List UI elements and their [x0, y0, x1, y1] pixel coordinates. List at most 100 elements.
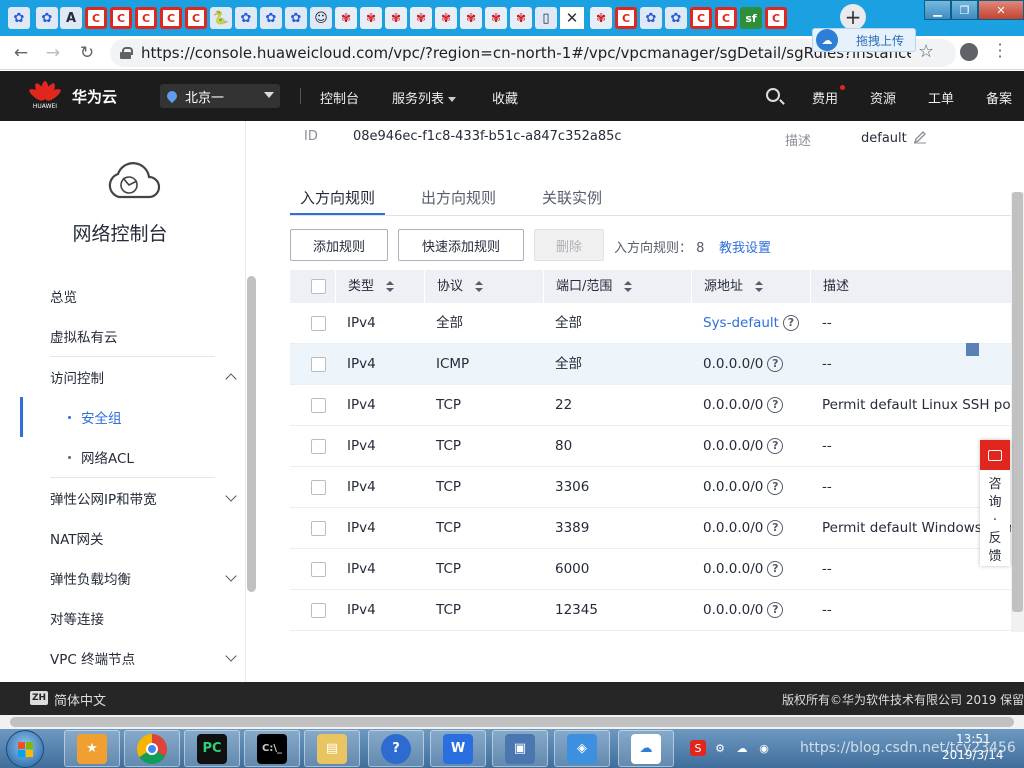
browser-tab-baidu-icon[interactable]: ✿ [36, 7, 58, 29]
tray-icon[interactable]: ⚙ [712, 740, 728, 756]
nav-services[interactable]: 服务列表 [392, 88, 457, 107]
tab-associated-instances[interactable]: 关联实例 [532, 181, 612, 215]
nav-console[interactable]: 控制台 [320, 88, 359, 107]
browser-tab-sf-icon[interactable]: sf [740, 7, 762, 29]
select-all-checkbox[interactable] [311, 279, 326, 294]
column-header-source[interactable]: 源地址 [691, 270, 811, 303]
browser-tab-red-icon[interactable]: C [690, 7, 712, 29]
browser-tab-red-icon[interactable]: C [715, 7, 737, 29]
clock-time[interactable]: 13:51 [956, 732, 991, 746]
browser-tab-huawei-icon[interactable]: ✾ [335, 7, 357, 29]
browser-tab-red-icon[interactable]: C [160, 7, 182, 29]
back-arrow-icon[interactable]: ← [10, 42, 32, 64]
table-row[interactable]: IPv4 TCP 12345 0.0.0.0/0? -- [290, 590, 1024, 631]
clock-date[interactable]: 2019/3/14 [942, 748, 1004, 762]
browser-tab-python-icon[interactable]: 🐍 [210, 7, 232, 29]
row-checkbox[interactable] [311, 398, 326, 413]
nav-favorites[interactable]: 收藏 [492, 88, 518, 107]
sidebar-item-network-acl[interactable]: 网络ACL [20, 437, 245, 477]
nav-resources[interactable]: 资源 [870, 88, 896, 107]
table-row[interactable]: IPv4 TCP 3389 0.0.0.0/0? Permit default Wind… [290, 508, 1024, 549]
browser-tab-huawei-icon[interactable]: ✾ [590, 7, 612, 29]
table-row[interactable]: IPv4 TCP 22 0.0.0.0/0? Permit default Linux … [290, 385, 1024, 426]
browser-tab-misc-icon[interactable]: A [60, 7, 82, 29]
brand-name[interactable]: 华为云 [72, 86, 117, 107]
huawei-logo[interactable]: HUAWEI [27, 81, 63, 111]
browser-tab-red-icon[interactable]: C [85, 7, 107, 29]
drag-upload-popup[interactable]: ☁ 拖拽上传 [812, 28, 916, 52]
browser-tab-huawei-icon[interactable]: ✾ [410, 7, 432, 29]
maximize-icon[interactable]: ❐ [951, 0, 978, 20]
sidebar-item-security-group[interactable]: 安全组 [20, 397, 245, 437]
language-selector[interactable]: 简体中文 [54, 690, 106, 709]
forward-arrow-icon[interactable]: → [42, 42, 64, 64]
add-rule-button[interactable]: 添加规则 [290, 229, 388, 261]
browser-tab-baidu-icon[interactable]: ✿ [260, 7, 282, 29]
sogou-icon[interactable]: S [690, 740, 706, 756]
row-checkbox[interactable] [311, 480, 326, 495]
taskbar-pycharm[interactable]: PC [184, 730, 240, 767]
row-checkbox[interactable] [311, 439, 326, 454]
cloud-tray-icon[interactable]: ☁ [734, 740, 750, 756]
edit-pencil-icon[interactable] [913, 130, 927, 144]
help-icon[interactable]: ? [767, 356, 784, 372]
sidebar-scrollbar[interactable] [247, 276, 256, 592]
bookmark-star-icon[interactable]: ☆ [918, 41, 934, 62]
browser-tab-huawei-icon[interactable]: ✾ [510, 7, 532, 29]
taskbar-network[interactable]: ▣ [492, 730, 548, 767]
window-close-icon[interactable]: ✕ [978, 0, 1024, 20]
table-row[interactable]: IPv4 全部 全部 Sys-default? -- [290, 303, 1024, 344]
table-row[interactable]: IPv4 TCP 3306 0.0.0.0/0? -- [290, 467, 1024, 508]
taskbar-explorer[interactable]: ▤ [304, 730, 360, 767]
sidebar-item-access-control[interactable]: 访问控制 [20, 357, 245, 397]
help-icon[interactable]: ? [767, 479, 784, 495]
help-icon[interactable]: ? [767, 561, 784, 577]
sidebar-item-eip[interactable]: 弹性公网IP和带宽 [20, 478, 245, 518]
nav-filing[interactable]: 备案 [986, 88, 1012, 107]
sort-icon[interactable] [624, 280, 633, 293]
table-row[interactable]: IPv4 TCP 6000 0.0.0.0/0? -- [290, 549, 1024, 590]
help-icon[interactable]: ? [782, 315, 799, 331]
help-icon[interactable]: ? [767, 520, 784, 536]
taskbar-app-folder[interactable]: ★ [64, 730, 120, 767]
browser-tab-baidu-icon[interactable]: ✿ [285, 7, 307, 29]
taskbar-baidu-cloud[interactable]: ☁ [618, 730, 674, 767]
sidebar-item-vpc-endpoint[interactable]: VPC 终端节点 [20, 638, 245, 678]
taskbar-wps[interactable]: W [430, 730, 486, 767]
sort-icon[interactable] [755, 280, 764, 293]
browser-tab-baidu-icon[interactable]: ✿ [665, 7, 687, 29]
browser-tab-huawei-icon[interactable]: ✾ [435, 7, 457, 29]
sidebar-item-overview[interactable]: 总览 [20, 276, 245, 316]
row-checkbox[interactable] [311, 562, 326, 577]
column-header-protocol[interactable]: 协议 [424, 270, 544, 303]
row-checkbox[interactable] [311, 603, 326, 618]
delete-button[interactable]: 删除 [534, 229, 604, 261]
browser-menu-icon[interactable]: · · · [996, 37, 1004, 65]
tab-outbound-rules[interactable]: 出方向规则 [411, 181, 506, 215]
browser-tab-baidu-icon[interactable]: ✿ [640, 7, 662, 29]
browser-tab-baidu-icon[interactable]: ✿ [8, 7, 30, 29]
row-checkbox[interactable] [311, 521, 326, 536]
region-selector[interactable]: 北京一 [160, 84, 280, 108]
url-text[interactable]: https://console.huaweicloud.com/vpc/?reg… [141, 44, 911, 62]
row-checkbox[interactable] [311, 316, 326, 331]
browser-tab-huawei-icon[interactable]: ✾ [485, 7, 507, 29]
new-tab-button[interactable]: + [840, 4, 866, 30]
horizontal-scrollbar-thumb[interactable] [10, 717, 1014, 727]
help-icon[interactable]: ? [767, 602, 784, 618]
row-checkbox[interactable] [311, 357, 326, 372]
sidebar-item-nat[interactable]: NAT网关 [20, 518, 245, 558]
table-row[interactable]: IPv4 ICMP 全部 0.0.0.0/0? -- [290, 344, 1024, 385]
browser-tab-red-icon[interactable]: C [765, 7, 787, 29]
browser-tab-red-icon[interactable]: C [185, 7, 207, 29]
table-row[interactable]: IPv4 TCP 80 0.0.0.0/0? -- [290, 426, 1024, 467]
browser-tab-page-icon[interactable]: ▯ [535, 7, 557, 29]
browser-tab-red-icon[interactable]: C [615, 7, 637, 29]
nav-tickets[interactable]: 工单 [928, 88, 954, 107]
column-header-type[interactable]: 类型 [335, 270, 425, 303]
help-icon[interactable]: ? [767, 438, 784, 454]
taskbar-terminal[interactable]: C:\_ [244, 730, 300, 767]
tab-inbound-rules[interactable]: 入方向规则 [290, 181, 386, 215]
browser-tab-misc-icon[interactable]: ☺ [310, 7, 332, 29]
reload-icon[interactable]: ↻ [76, 42, 98, 64]
